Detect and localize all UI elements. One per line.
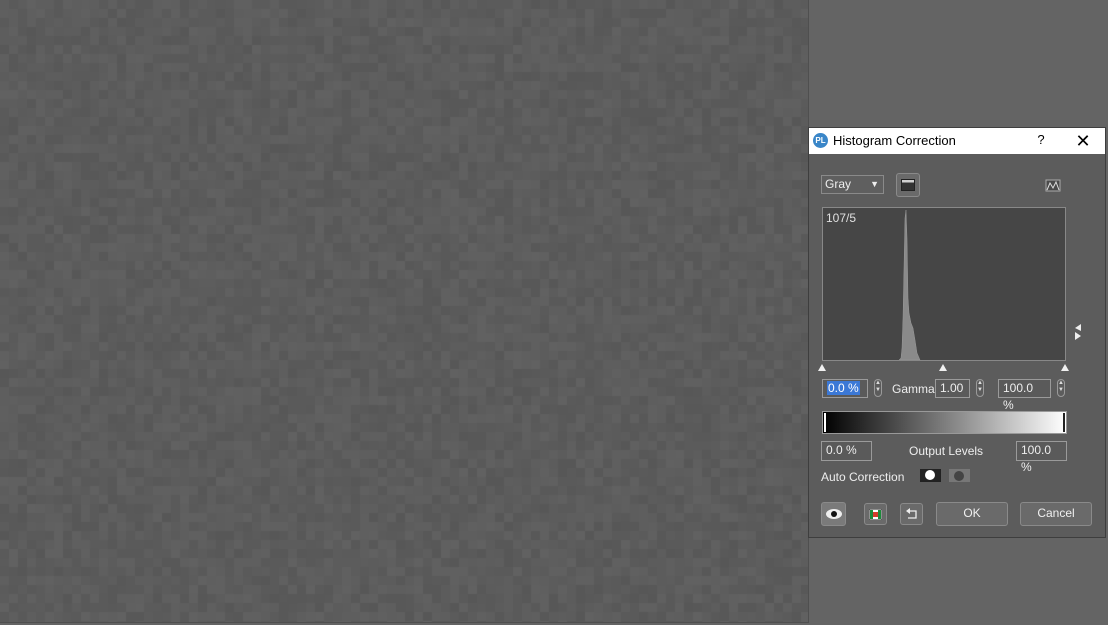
preview-toggle-button[interactable] [821, 502, 846, 526]
ok-button[interactable]: OK [936, 502, 1008, 526]
white-input-stepper[interactable]: ▲ ▼ [1057, 379, 1065, 397]
gamma-stepper[interactable]: ▲ ▼ [976, 379, 984, 397]
white-input-field[interactable]: 100.0 % [998, 379, 1051, 412]
white-input-value: 100.0 % [1003, 381, 1034, 412]
panel-toggle-button[interactable] [1075, 324, 1081, 340]
reset-icon [905, 508, 917, 519]
cancel-button[interactable]: Cancel [1020, 502, 1092, 526]
auto-white-icon [920, 469, 941, 482]
panel-toggle-icon [1075, 324, 1081, 340]
gamma-input-field[interactable]: 1.00 [935, 379, 970, 398]
output-high-value: 100.0 % [1021, 443, 1052, 474]
output-levels-label: Output Levels [909, 444, 984, 458]
dialog-title: Histogram Correction [833, 133, 956, 148]
gamma-label: Gamma: [892, 382, 939, 396]
black-point-marker[interactable] [818, 364, 826, 371]
channel-bar-button[interactable] [896, 173, 920, 197]
flag-button[interactable] [864, 503, 887, 525]
channel-select[interactable]: Gray ▼ [821, 175, 884, 194]
image-preview [0, 0, 808, 622]
title-bar[interactable]: PL Histogram Correction ? ✕ [809, 128, 1105, 154]
histogram-options-icon [1045, 179, 1061, 192]
image-canvas[interactable] [0, 0, 809, 623]
white-point-marker[interactable] [1061, 364, 1069, 371]
output-high-field[interactable]: 100.0 % [1016, 441, 1067, 474]
flag-icon [868, 508, 883, 521]
black-input-field[interactable]: 0.0 % [822, 379, 868, 398]
histogram-options-button[interactable] [1045, 177, 1061, 193]
output-low-handle[interactable] [824, 413, 826, 432]
output-gradient-bar[interactable] [822, 411, 1067, 434]
output-low-value: 0.0 % [826, 443, 857, 457]
histogram-curve [898, 209, 921, 360]
channel-select-value: Gray [825, 177, 852, 191]
preview-eye-icon [825, 509, 842, 519]
gamma-input-value: 1.00 [940, 381, 964, 395]
black-input-stepper[interactable]: ▲ ▼ [874, 379, 882, 397]
output-high-handle[interactable] [1063, 413, 1065, 432]
black-input-value: 0.0 % [827, 381, 860, 395]
histogram-plot[interactable]: 107/5 [822, 207, 1066, 361]
help-button[interactable]: ? [1033, 132, 1049, 147]
app-logo-icon: PL [813, 133, 828, 148]
gamma-marker[interactable] [939, 364, 947, 371]
auto-dark-icon [949, 469, 970, 482]
channel-bar-icon [901, 179, 915, 191]
auto-white-button[interactable] [920, 467, 941, 484]
chevron-down-icon: ▼ [870, 179, 879, 189]
output-low-field[interactable]: 0.0 % [821, 441, 872, 461]
close-button[interactable]: ✕ [1071, 130, 1095, 152]
histogram-correction-dialog: PL Histogram Correction ? ✕ Gray ▼ 107/5… [808, 127, 1106, 538]
reset-button[interactable] [900, 503, 923, 525]
auto-dark-button[interactable] [949, 467, 970, 484]
auto-correction-label: Auto Correction [821, 470, 905, 484]
